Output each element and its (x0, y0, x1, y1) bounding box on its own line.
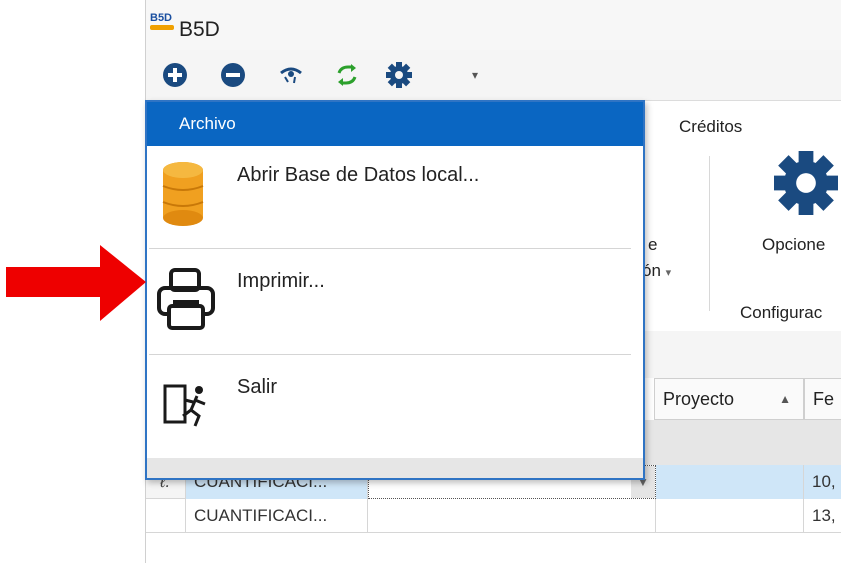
menu-item-salir-label: Salir (237, 376, 278, 398)
cell-proyecto[interactable] (656, 465, 804, 499)
database-icon (162, 162, 204, 226)
chevron-down-icon: ▾ (665, 267, 672, 279)
customize-toolbar-dropdown[interactable]: ▾ (462, 62, 488, 88)
cell-fecha[interactable]: 13, (804, 499, 841, 533)
table-row[interactable]: CUANTIFICACI... 13, (146, 499, 841, 533)
settings-button[interactable] (386, 62, 412, 88)
cell-editor[interactable] (368, 499, 656, 533)
row-indicator (146, 499, 186, 533)
menu-item-imprimir[interactable]: Imprimir... (147, 256, 643, 356)
quick-access-toolbar: ▾ (146, 58, 841, 94)
menu-divider (149, 354, 631, 355)
menu-header: Archivo (147, 102, 643, 146)
plus-circle-icon (163, 63, 187, 87)
config-group-label: Configurac (740, 303, 823, 322)
menu-item-abrir-label: Abrir Base de Datos local... (237, 164, 480, 186)
eye-button[interactable] (278, 62, 304, 88)
refresh-icon (337, 64, 357, 86)
ribbon-group-divider (709, 156, 710, 311)
column-header-proyecto[interactable]: Proyecto ▲ (654, 378, 804, 420)
cell-fecha[interactable]: 10, (804, 465, 841, 499)
logo-swoosh (150, 25, 174, 30)
options-big-button-icon[interactable] (774, 151, 838, 220)
options-button-label[interactable]: Opcione (762, 235, 825, 255)
ribbon-partial-label: e (648, 235, 658, 254)
remove-button[interactable] (220, 62, 246, 88)
dropdown-arrow-icon: ▾ (471, 68, 479, 82)
exit-door-icon (163, 384, 206, 427)
refresh-button[interactable] (334, 62, 360, 88)
column-header-proyecto-label: Proyecto (663, 388, 735, 409)
app-logo-text: B5D (150, 12, 173, 24)
add-button[interactable] (162, 62, 188, 88)
red-arrow-annotation (6, 245, 146, 321)
title-bar: B5D B5D (146, 0, 841, 50)
column-header-fecha[interactable]: Fe (804, 378, 841, 420)
app-title: B5D (179, 18, 220, 41)
minus-circle-icon (221, 63, 245, 87)
cell-proyecto[interactable] (656, 499, 804, 533)
cell-name[interactable]: CUANTIFICACI... (186, 499, 368, 533)
menu-item-salir[interactable]: Salir (147, 362, 643, 462)
archivo-menu: Archivo Abrir Base de Datos local... Imp… (145, 100, 645, 480)
menu-divider (149, 248, 631, 249)
gear-icon (774, 151, 838, 215)
app-logo: B5D (150, 12, 174, 30)
menu-footer (147, 458, 643, 478)
ribbon-partial-label-2[interactable]: ón ▾ (642, 261, 671, 281)
gear-icon (386, 62, 412, 88)
sort-ascending-icon: ▲ (779, 392, 791, 406)
printer-icon (157, 268, 215, 330)
menu-item-abrir[interactable]: Abrir Base de Datos local... (147, 150, 643, 250)
menu-item-imprimir-label: Imprimir... (237, 270, 325, 292)
tab-creditos[interactable]: Créditos (679, 117, 742, 137)
eye-icon (280, 67, 302, 84)
